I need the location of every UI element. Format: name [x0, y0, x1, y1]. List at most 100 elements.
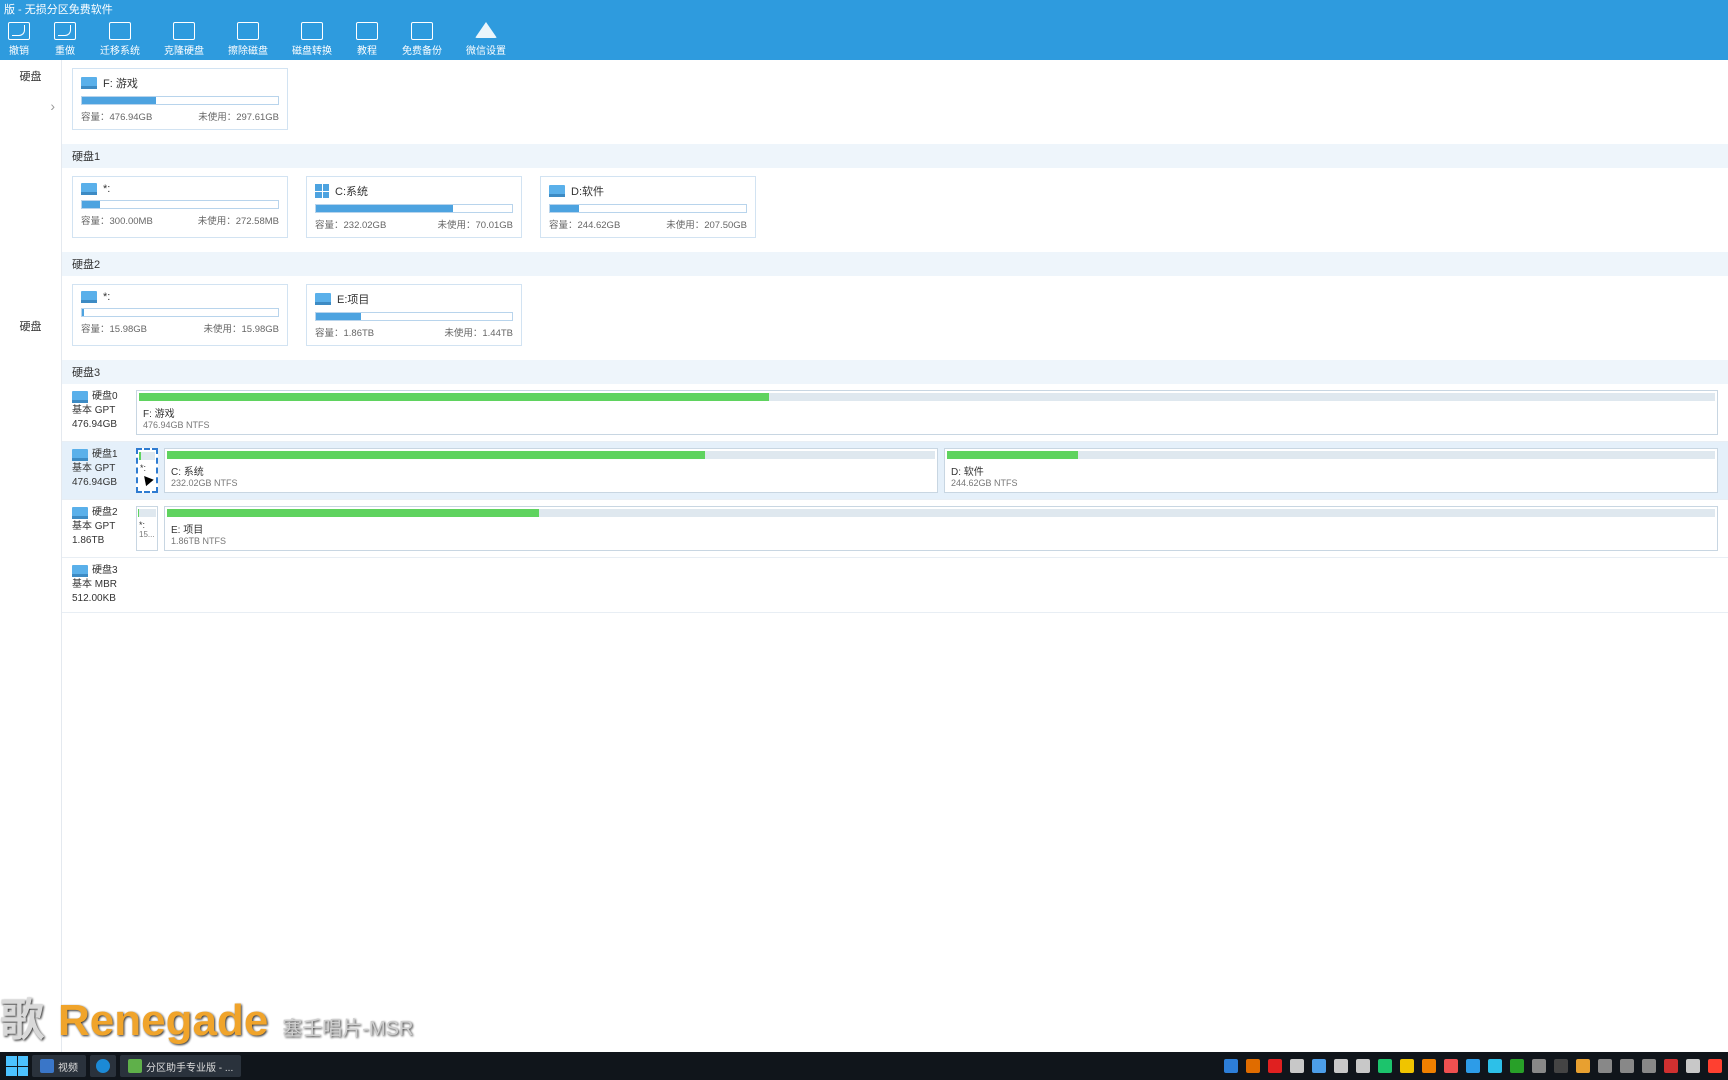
unused-text: 未使用：15.98GB: [204, 321, 280, 335]
capacity-text: 容量：300.00MB: [81, 213, 153, 227]
backup-icon: [411, 22, 433, 40]
seg-title: E: 项目: [165, 519, 1717, 536]
music-artist: 塞壬唱片-MSR: [282, 1012, 413, 1041]
tray-icon[interactable]: [1554, 1059, 1568, 1073]
wechat-button[interactable]: 微信设置: [466, 22, 506, 57]
tray-icon[interactable]: [1290, 1059, 1304, 1073]
partition-card-e[interactable]: E:项目 容量：1.86TB未使用：1.44TB: [306, 284, 522, 346]
tutorial-button[interactable]: 教程: [356, 22, 378, 57]
start-button[interactable]: [6, 1056, 28, 1076]
clonedisk-button[interactable]: 克隆硬盘: [164, 22, 204, 57]
tray-icon[interactable]: [1510, 1059, 1524, 1073]
redo-button[interactable]: 重做: [54, 22, 76, 57]
partition-card-c[interactable]: C:系统 容量：232.02GB未使用：70.01GB: [306, 176, 522, 238]
seg-title: C: 系统: [165, 461, 937, 478]
disk-type: 基本 GPT: [72, 462, 130, 476]
tray-icon[interactable]: [1246, 1059, 1260, 1073]
task-icon: [40, 1059, 54, 1073]
seg-cap: 244.62GB NTFS: [945, 478, 1717, 492]
unused-text: 未使用：70.01GB: [438, 217, 514, 231]
tray-icon[interactable]: [1686, 1059, 1700, 1073]
tray-icon[interactable]: [1422, 1059, 1436, 1073]
partition-title: F: 游戏: [103, 75, 138, 91]
tray-icon[interactable]: [1268, 1059, 1282, 1073]
partition-segment[interactable]: C: 系统 232.02GB NTFS: [164, 448, 938, 493]
disk-row-2[interactable]: 硬盘2 基本 GPT 1.86TB *: 15... E: 项目 1.86TB …: [62, 500, 1728, 558]
usage-bar: [81, 308, 279, 317]
partition-segment[interactable]: D: 软件 244.62GB NTFS: [944, 448, 1718, 493]
disk-name: 硬盘0: [92, 390, 118, 404]
drive-icon: [81, 291, 97, 303]
disk-type: 基本 GPT: [72, 520, 130, 534]
tray-icon[interactable]: [1356, 1059, 1370, 1073]
tray-icon[interactable]: [1334, 1059, 1348, 1073]
unused-text: 未使用：297.61GB: [198, 109, 279, 123]
sidebar-item-2[interactable]: [0, 142, 61, 310]
usage-bar: [315, 204, 513, 213]
tray-icon[interactable]: [1400, 1059, 1414, 1073]
partition-segment[interactable]: F: 游戏 476.94GB NTFS: [136, 390, 1718, 435]
clonedisk-label: 克隆硬盘: [164, 42, 204, 57]
sidebar-item-0[interactable]: 硬盘: [0, 60, 61, 90]
seg-title: *:: [137, 519, 157, 530]
partition-card-d[interactable]: D:软件 容量：244.62GB未使用：207.50GB: [540, 176, 756, 238]
convert-button[interactable]: 磁盘转换: [292, 22, 332, 57]
undo-icon: [8, 22, 30, 40]
disk-row-1[interactable]: 硬盘1 基本 GPT 476.94GB *: C: 系统 232.02GB NT…: [62, 442, 1728, 500]
taskbar-task[interactable]: 视频: [32, 1055, 86, 1077]
backup-button[interactable]: 免费备份: [402, 22, 442, 57]
undo-button[interactable]: 撤销: [8, 22, 30, 57]
drive-icon: [81, 77, 97, 89]
partition-card-f[interactable]: F: 游戏 容量：476.94GB 未使用：297.61GB: [72, 68, 288, 130]
taskbar-task-active[interactable]: 分区助手专业版 - ...: [120, 1055, 241, 1077]
disk-type: 基本 GPT: [72, 404, 130, 418]
seg-cap: 15...: [137, 530, 157, 541]
capacity-text: 容量：1.86TB: [315, 325, 374, 339]
tray-icon[interactable]: [1664, 1059, 1678, 1073]
tray-icon[interactable]: [1598, 1059, 1612, 1073]
disk-row-0[interactable]: 硬盘0 基本 GPT 476.94GB F: 游戏 476.94GB NTFS: [62, 384, 1728, 442]
convert-label: 磁盘转换: [292, 42, 332, 57]
partition-card-star1[interactable]: *: 容量：300.00MB未使用：272.58MB: [72, 176, 288, 238]
tray-icon[interactable]: [1576, 1059, 1590, 1073]
seg-title: *:: [138, 462, 156, 473]
seg-cap: 1.86TB NTFS: [165, 536, 1717, 550]
disk-row-3[interactable]: 硬盘3 基本 MBR 512.00KB: [62, 558, 1728, 613]
wipe-icon: [237, 22, 259, 40]
sidebar-item-3[interactable]: 硬盘: [0, 310, 61, 350]
capacity-text: 容量：476.94GB: [81, 109, 152, 123]
usage-bar: [81, 96, 279, 105]
partition-title: D:软件: [571, 183, 604, 199]
disk2-label: 硬盘2: [62, 252, 1728, 276]
partition-segment[interactable]: E: 项目 1.86TB NTFS: [164, 506, 1718, 551]
tray-icon[interactable]: [1224, 1059, 1238, 1073]
sidebar-item-1[interactable]: [0, 90, 61, 142]
disk-size: 476.94GB: [72, 476, 130, 490]
tray-icon[interactable]: [1620, 1059, 1634, 1073]
app-title: 版 - 无损分区免费软件: [4, 1, 113, 17]
seg-title: F: 游戏: [137, 403, 1717, 420]
tray-icon[interactable]: [1444, 1059, 1458, 1073]
migrate-button[interactable]: 迁移系统: [100, 22, 140, 57]
tray-icon[interactable]: [1708, 1059, 1722, 1073]
capacity-text: 容量：15.98GB: [81, 321, 147, 335]
tray-icon[interactable]: [1488, 1059, 1502, 1073]
title-bar: 版 - 无损分区免费软件: [0, 0, 1728, 18]
tray-icon[interactable]: [1532, 1059, 1546, 1073]
tray-icon[interactable]: [1642, 1059, 1656, 1073]
partition-segment[interactable]: *: 15...: [136, 506, 158, 551]
tray-icon[interactable]: [1378, 1059, 1392, 1073]
usage-bar: [315, 312, 513, 321]
tray-icon[interactable]: [1466, 1059, 1480, 1073]
taskbar-task[interactable]: [90, 1055, 116, 1077]
drive-icon: [549, 185, 565, 197]
drive-icon: [72, 565, 88, 577]
partition-card-star2[interactable]: *: 容量：15.98GB未使用：15.98GB: [72, 284, 288, 346]
tray-icon[interactable]: [1312, 1059, 1326, 1073]
partition-title: C:系统: [335, 183, 368, 199]
sidebar: 硬盘 硬盘: [0, 60, 62, 1052]
wipedisk-button[interactable]: 擦除磁盘: [228, 22, 268, 57]
seg-cap: 232.02GB NTFS: [165, 478, 937, 492]
partition-segment-selected[interactable]: *:: [136, 448, 158, 493]
wechat-icon: [475, 22, 497, 38]
